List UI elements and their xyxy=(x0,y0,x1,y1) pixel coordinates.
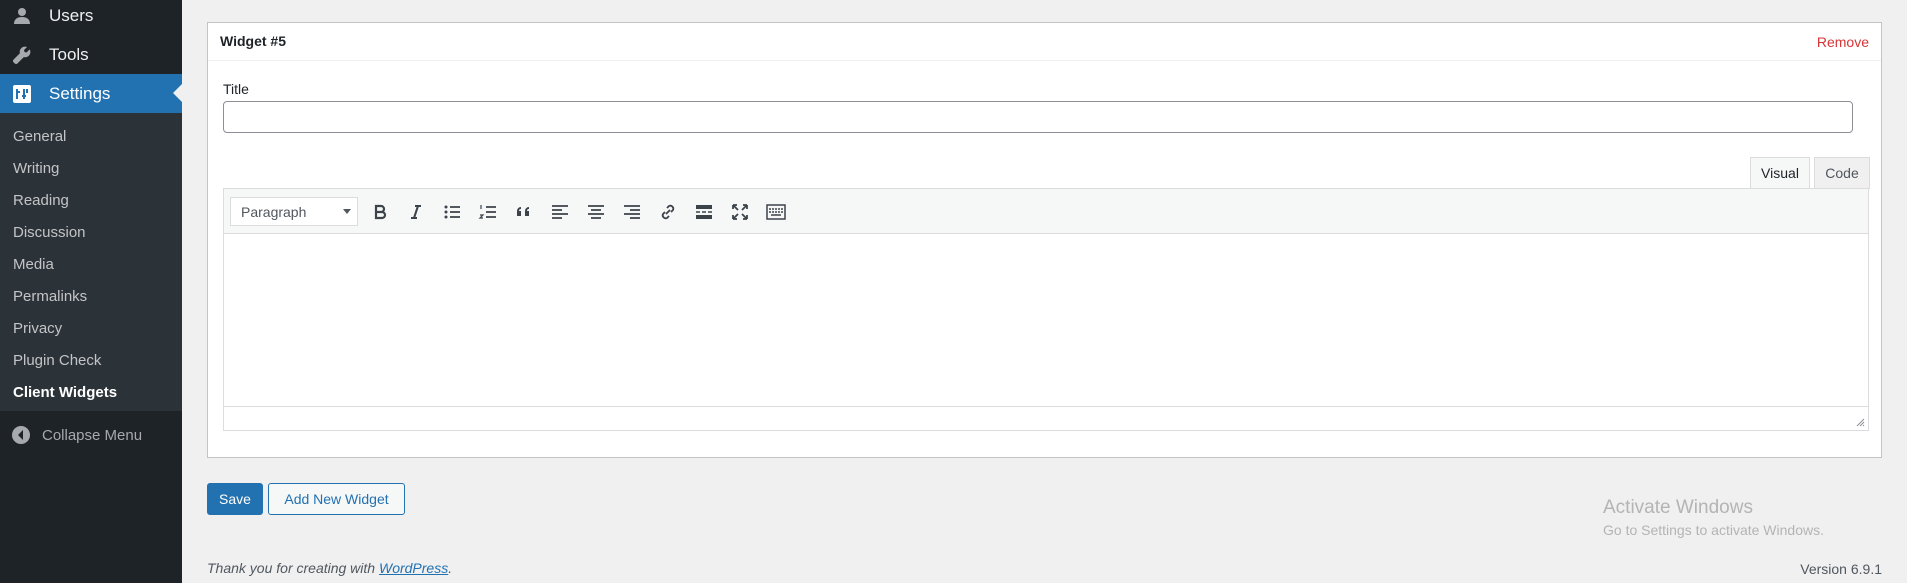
numbered-list-icon xyxy=(478,205,496,219)
widget-header: Widget #5 Remove xyxy=(208,23,1881,61)
align-right-button[interactable] xyxy=(619,199,645,225)
footer-thanks-suffix: . xyxy=(448,560,453,576)
title-input[interactable] xyxy=(223,101,1853,133)
version-label: Version 6.9.1 xyxy=(1800,561,1882,577)
editor-content-area[interactable] xyxy=(224,234,1868,406)
read-more-button[interactable] xyxy=(691,199,717,225)
menu-item-users[interactable]: Users xyxy=(0,0,182,35)
editor-statusbar xyxy=(224,406,1868,430)
resize-handle-icon[interactable] xyxy=(1855,417,1865,427)
toolbar-toggle-button[interactable] xyxy=(763,199,789,225)
blockquote-button[interactable] xyxy=(511,199,537,225)
blockquote-icon xyxy=(517,207,529,216)
submenu-item-discussion[interactable]: Discussion xyxy=(13,224,86,241)
align-left-icon xyxy=(552,205,568,219)
keyboard-icon xyxy=(766,204,786,220)
read-more-icon xyxy=(696,205,712,219)
format-select-value: Paragraph xyxy=(241,203,307,220)
menu-item-tools[interactable]: Tools xyxy=(0,35,182,74)
fullscreen-icon xyxy=(732,204,748,220)
wordpress-link[interactable]: WordPress xyxy=(379,560,448,576)
numbered-list-button[interactable] xyxy=(475,199,501,225)
activate-windows-subtitle: Go to Settings to activate Windows. xyxy=(1603,522,1824,538)
align-left-button[interactable] xyxy=(547,199,573,225)
italic-button[interactable] xyxy=(403,199,429,225)
menu-item-settings[interactable]: Settings xyxy=(0,74,182,113)
bold-button[interactable] xyxy=(367,199,393,225)
align-center-button[interactable] xyxy=(583,199,609,225)
format-select[interactable]: Paragraph xyxy=(230,197,358,226)
activate-windows-title: Activate Windows xyxy=(1603,497,1753,518)
collapse-menu-label: Collapse Menu xyxy=(42,426,143,444)
tab-code[interactable]: Code xyxy=(1814,157,1870,189)
fullscreen-button[interactable] xyxy=(727,199,753,225)
add-new-widget-button[interactable]: Add New Widget xyxy=(268,483,405,515)
title-field-label: Title xyxy=(223,81,249,97)
bulleted-list-button[interactable] xyxy=(439,199,465,225)
align-right-icon xyxy=(624,205,640,219)
settings-icon xyxy=(10,82,34,106)
admin-sidebar: Users Tools Settings General Writing Rea… xyxy=(0,0,182,583)
menu-item-label: Users xyxy=(49,5,94,25)
bulleted-list-icon xyxy=(444,205,460,219)
save-button[interactable]: Save xyxy=(207,483,263,515)
wrench-icon xyxy=(10,43,34,67)
rich-text-editor: Paragraph xyxy=(223,188,1869,431)
italic-icon xyxy=(411,205,421,219)
submenu-item-reading[interactable]: Reading xyxy=(13,192,69,209)
settings-submenu: General Writing Reading Discussion Media… xyxy=(0,113,182,411)
submenu-item-media[interactable]: Media xyxy=(13,256,54,273)
link-icon xyxy=(661,204,675,220)
widget-card: Widget #5 Remove Title Visual Code Parag… xyxy=(207,22,1882,458)
collapse-menu-button[interactable]: Collapse Menu xyxy=(0,419,182,451)
remove-widget-link[interactable]: Remove xyxy=(1817,34,1869,50)
chevron-down-icon xyxy=(343,209,351,214)
submenu-item-privacy[interactable]: Privacy xyxy=(13,320,62,337)
bold-icon xyxy=(374,204,387,220)
users-icon xyxy=(10,4,34,28)
footer-thanks-prefix: Thank you for creating with xyxy=(207,560,379,576)
submenu-item-plugin-check[interactable]: Plugin Check xyxy=(13,352,101,369)
widget-title: Widget #5 xyxy=(220,33,286,49)
submenu-item-writing[interactable]: Writing xyxy=(13,160,59,177)
submenu-item-client-widgets[interactable]: Client Widgets xyxy=(13,384,117,401)
menu-item-label: Settings xyxy=(49,83,111,103)
link-button[interactable] xyxy=(655,199,681,225)
collapse-icon xyxy=(11,425,31,445)
activate-windows-watermark: Activate Windows Go to Settings to activ… xyxy=(1603,497,1824,538)
footer-thanks: Thank you for creating with WordPress. xyxy=(207,560,452,576)
menu-item-label: Tools xyxy=(49,44,89,64)
align-center-icon xyxy=(588,205,604,219)
submenu-item-general[interactable]: General xyxy=(13,128,66,145)
tab-visual[interactable]: Visual xyxy=(1750,157,1810,189)
editor-toolbar: Paragraph xyxy=(224,189,1868,234)
submenu-item-permalinks[interactable]: Permalinks xyxy=(13,288,87,305)
